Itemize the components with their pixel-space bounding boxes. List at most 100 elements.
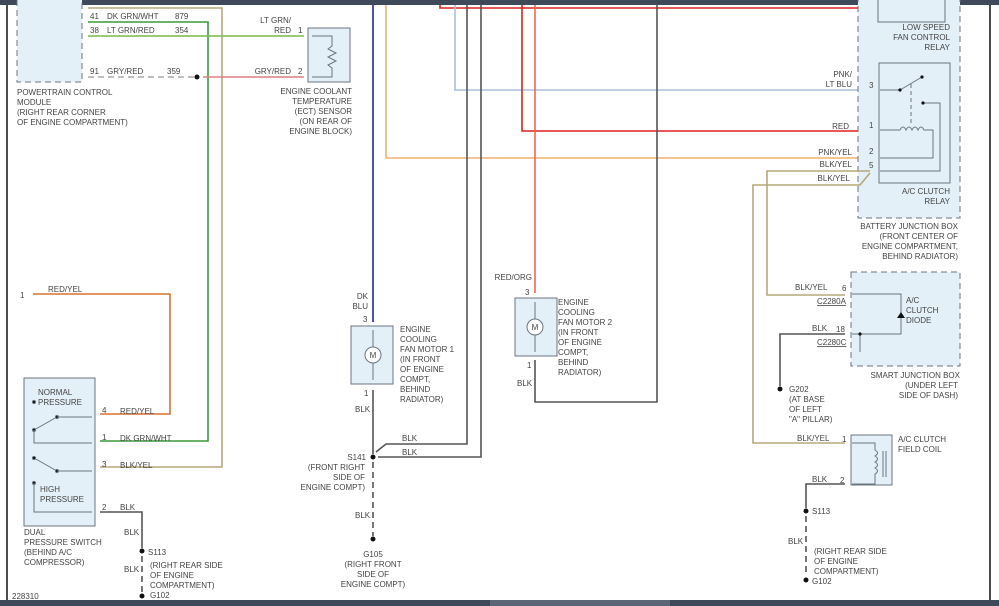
- svg-text:BEHIND RADIATOR): BEHIND RADIATOR): [882, 252, 958, 261]
- svg-text:ENGINE COOLANT: ENGINE COOLANT: [280, 87, 352, 96]
- label-pressure: PRESSURE: [38, 398, 82, 407]
- svg-text:RELAY: RELAY: [924, 43, 950, 52]
- svg-text:FAN CONTROL: FAN CONTROL: [893, 33, 950, 42]
- svg-text:BLK: BLK: [124, 565, 140, 574]
- svg-text:(RIGHT REAR CORNER: (RIGHT REAR CORNER: [17, 108, 106, 117]
- wire-color: LT GRN/: [260, 16, 292, 25]
- dual-switch-label: DUAL PRESSURE SWITCH (BEHIND A/C COMPRES…: [12, 528, 223, 601]
- svg-text:RED: RED: [832, 122, 849, 131]
- svg-text:BLK/YEL: BLK/YEL: [818, 174, 851, 183]
- svg-text:5: 5: [869, 161, 874, 170]
- svg-text:PNK/: PNK/: [833, 70, 852, 79]
- ect-label: ENGINE COOLANT TEMPERATURE (ECT) SENSOR …: [280, 87, 352, 136]
- svg-text:CLUTCH: CLUTCH: [906, 306, 939, 315]
- contact-dot: [898, 88, 902, 92]
- circuit-number: 359: [167, 67, 181, 76]
- label-pressure: PRESSURE: [40, 495, 84, 504]
- svg-text:OF ENGINE: OF ENGINE: [150, 571, 194, 580]
- contact-dot: [920, 75, 924, 79]
- svg-text:4: 4: [102, 406, 107, 415]
- svg-text:(ECT) SENSOR: (ECT) SENSOR: [295, 107, 353, 116]
- junction-dot: [858, 332, 862, 336]
- splice-s141: [370, 454, 376, 460]
- svg-text:S141: S141: [347, 453, 366, 462]
- svg-text:S113: S113: [148, 548, 167, 557]
- svg-text:LOW SPEED: LOW SPEED: [902, 23, 950, 32]
- svg-text:COMPT,: COMPT,: [558, 348, 588, 357]
- svg-text:BLK/YEL: BLK/YEL: [820, 160, 853, 169]
- svg-text:BLK: BLK: [517, 379, 533, 388]
- contact-dot: [921, 101, 925, 105]
- svg-text:BLK/YEL: BLK/YEL: [797, 434, 830, 443]
- ground-icon: [777, 386, 783, 392]
- svg-text:G102: G102: [812, 577, 832, 586]
- svg-text:(RIGHT REAR SIDE: (RIGHT REAR SIDE: [814, 547, 887, 556]
- svg-text:BLK/YEL: BLK/YEL: [120, 461, 153, 470]
- ground-icon: [139, 593, 145, 599]
- svg-text:LT BLU: LT BLU: [826, 80, 853, 89]
- svg-text:C2280A: C2280A: [817, 297, 847, 306]
- svg-text:(BEHIND A/C: (BEHIND A/C: [24, 548, 72, 557]
- wire-dk-grn-wht: [88, 21, 209, 442]
- svg-text:A/C CLUTCH: A/C CLUTCH: [898, 435, 946, 444]
- svg-text:18: 18: [836, 325, 845, 334]
- svg-text:BLK: BLK: [812, 324, 828, 333]
- svg-text:BLK: BLK: [402, 448, 418, 457]
- wire-color: LT GRN/RED: [107, 26, 155, 35]
- svg-text:(RIGHT FRONT: (RIGHT FRONT: [344, 560, 401, 569]
- ground-icon: [803, 577, 809, 583]
- label-high: HIGH: [40, 485, 60, 494]
- svg-text:C2280C: C2280C: [817, 338, 847, 347]
- low-speed-relay-box: [877, 0, 946, 23]
- svg-text:SIDE OF: SIDE OF: [333, 473, 365, 482]
- svg-text:COMPRESSOR): COMPRESSOR): [24, 558, 85, 567]
- svg-text:OF ENGINE: OF ENGINE: [814, 557, 858, 566]
- svg-text:TEMPERATURE: TEMPERATURE: [292, 97, 352, 106]
- bottom-bar-segment: [490, 600, 670, 606]
- circuit-number: 879: [175, 12, 189, 21]
- svg-text:1: 1: [869, 121, 874, 130]
- svg-text:3: 3: [869, 81, 874, 90]
- wiring-diagram: 41 DK GRN/WHT 879 38 LT GRN/RED 354 91 G…: [0, 0, 999, 606]
- svg-text:(FRONT CENTER OF: (FRONT CENTER OF: [879, 232, 958, 241]
- wire-color: DK GRN/WHT: [107, 12, 159, 21]
- pcm-box: [16, 0, 83, 83]
- svg-text:SMART JUNCTION BOX: SMART JUNCTION BOX: [871, 371, 961, 380]
- label-normal: NORMAL: [38, 388, 73, 397]
- top-bar: [0, 0, 999, 5]
- svg-text:G202: G202: [789, 385, 809, 394]
- svg-text:BLK: BLK: [124, 528, 140, 537]
- svg-text:(ON REAR OF: (ON REAR OF: [300, 117, 353, 126]
- svg-text:G105: G105: [363, 550, 383, 559]
- pin-number: 38: [90, 26, 99, 35]
- svg-text:OF LEFT: OF LEFT: [789, 405, 822, 414]
- svg-text:(FRONT RIGHT: (FRONT RIGHT: [308, 463, 365, 472]
- svg-text:228310: 228310: [12, 592, 39, 601]
- svg-text:RED/ORG: RED/ORG: [495, 273, 532, 282]
- svg-text:BEHIND: BEHIND: [400, 385, 430, 394]
- svg-text:RELAY: RELAY: [924, 197, 950, 206]
- svg-text:COMPARTMENT): COMPARTMENT): [814, 567, 879, 576]
- splice-dot: [194, 74, 200, 80]
- wire-color: GRY/RED: [255, 67, 292, 76]
- wire-pnk-yel: [385, 5, 870, 159]
- svg-text:MODULE: MODULE: [17, 98, 51, 107]
- wire-color: RED: [274, 26, 291, 35]
- svg-text:ENGINE COMPT): ENGINE COMPT): [341, 580, 406, 589]
- svg-text:"A" PILLAR): "A" PILLAR): [789, 415, 833, 424]
- pin-number: 91: [90, 67, 99, 76]
- pin-number: 41: [90, 12, 99, 21]
- svg-text:FIELD COIL: FIELD COIL: [898, 445, 942, 454]
- svg-text:2: 2: [840, 476, 845, 485]
- svg-text:RADIATOR): RADIATOR): [400, 395, 444, 404]
- svg-text:BLU: BLU: [352, 302, 368, 311]
- svg-text:OF ENGINE: OF ENGINE: [558, 338, 602, 347]
- ground-icon: [370, 536, 376, 542]
- svg-text:DUAL: DUAL: [24, 528, 46, 537]
- svg-text:(UNDER LEFT: (UNDER LEFT: [905, 381, 958, 390]
- svg-text:3: 3: [102, 460, 107, 469]
- svg-text:PRESSURE SWITCH: PRESSURE SWITCH: [24, 538, 102, 547]
- circuit-number: 354: [175, 26, 189, 35]
- svg-text:(IN FRONT: (IN FRONT: [558, 328, 599, 337]
- wire-red-low-speed: [439, 5, 870, 9]
